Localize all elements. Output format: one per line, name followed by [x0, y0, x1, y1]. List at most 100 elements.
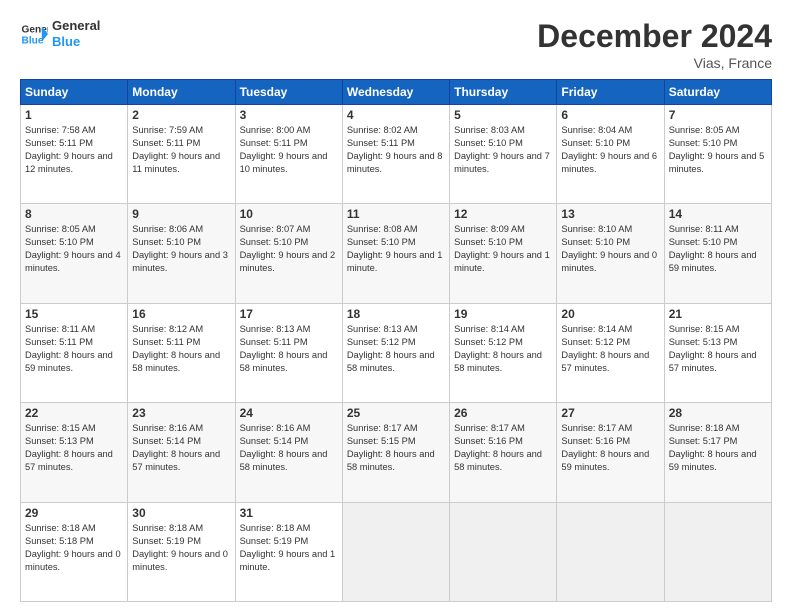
daylight: Daylight: 9 hours and 0 minutes.: [132, 549, 228, 572]
day-number: 24: [240, 406, 338, 420]
daylight: Daylight: 8 hours and 57 minutes.: [25, 449, 113, 472]
sunrise: Sunrise: 8:16 AM: [240, 423, 311, 433]
day-info: Sunrise: 8:12 AMSunset: 5:11 PMDaylight:…: [132, 323, 230, 375]
day-info: Sunrise: 8:18 AMSunset: 5:19 PMDaylight:…: [132, 522, 230, 574]
logo: General Blue General Blue: [20, 18, 100, 49]
sunrise: Sunrise: 8:18 AM: [25, 523, 96, 533]
day-info: Sunrise: 7:59 AMSunset: 5:11 PMDaylight:…: [132, 124, 230, 176]
calendar-cell: 22Sunrise: 8:15 AMSunset: 5:13 PMDayligh…: [21, 403, 128, 502]
day-number: 8: [25, 207, 123, 221]
day-info: Sunrise: 8:11 AMSunset: 5:10 PMDaylight:…: [669, 223, 767, 275]
calendar-cell: 11Sunrise: 8:08 AMSunset: 5:10 PMDayligh…: [342, 204, 449, 303]
calendar-row: 15Sunrise: 8:11 AMSunset: 5:11 PMDayligh…: [21, 303, 772, 402]
sunrise: Sunrise: 7:58 AM: [25, 125, 96, 135]
day-number: 3: [240, 108, 338, 122]
day-number: 17: [240, 307, 338, 321]
sunset: Sunset: 5:10 PM: [240, 237, 309, 247]
daylight: Daylight: 8 hours and 58 minutes.: [132, 350, 220, 373]
calendar-cell: 19Sunrise: 8:14 AMSunset: 5:12 PMDayligh…: [450, 303, 557, 402]
sunrise: Sunrise: 8:02 AM: [347, 125, 418, 135]
calendar-cell: 13Sunrise: 8:10 AMSunset: 5:10 PMDayligh…: [557, 204, 664, 303]
daylight: Daylight: 9 hours and 1 minute.: [240, 549, 336, 572]
sunset: Sunset: 5:10 PM: [669, 138, 738, 148]
day-number: 4: [347, 108, 445, 122]
daylight: Daylight: 8 hours and 57 minutes.: [669, 350, 757, 373]
day-info: Sunrise: 8:06 AMSunset: 5:10 PMDaylight:…: [132, 223, 230, 275]
calendar-cell: 28Sunrise: 8:18 AMSunset: 5:17 PMDayligh…: [664, 403, 771, 502]
sunset: Sunset: 5:14 PM: [240, 436, 309, 446]
day-info: Sunrise: 8:15 AM Sunset: 5:13 PM Daylight:…: [669, 323, 767, 375]
day-info: Sunrise: 8:14 AMSunset: 5:12 PMDaylight:…: [561, 323, 659, 375]
daylight: Daylight: 9 hours and 7 minutes.: [454, 151, 550, 174]
logo-icon: General Blue: [20, 20, 48, 48]
sunset: Sunset: 5:10 PM: [347, 237, 416, 247]
day-number: 19: [454, 307, 552, 321]
sunset: Sunset: 5:10 PM: [669, 237, 738, 247]
sunset: Sunset: 5:18 PM: [25, 536, 94, 546]
calendar-cell: 6Sunrise: 8:04 AMSunset: 5:10 PMDaylight…: [557, 105, 664, 204]
calendar-cell: 1Sunrise: 7:58 AMSunset: 5:11 PMDaylight…: [21, 105, 128, 204]
header-day-monday: Monday: [128, 80, 235, 105]
daylight: Daylight: 9 hours and 0 minutes.: [561, 250, 657, 273]
calendar-cell: 16 Sunrise: 8:12 AMSunset: 5:11 PMDayligh…: [128, 303, 235, 402]
logo-line2: Blue: [52, 34, 100, 50]
day-info: Sunrise: 8:16 AM Sunset: 5:14 PM Daylight:…: [240, 422, 338, 474]
daylight: Daylight: 9 hours and 4 minutes.: [25, 250, 121, 273]
sunset: Sunset: 5:15 PM: [347, 436, 416, 446]
sunset: Sunset: 5:12 PM: [561, 337, 630, 347]
day-info: Sunrise: 8:07 AMSunset: 5:10 PMDaylight:…: [240, 223, 338, 275]
sunset: Sunset: 5:11 PM: [25, 138, 93, 148]
day-number: 7: [669, 108, 767, 122]
day-info: Sunrise: 8:05 AM Sunset: 5:10 PM Daylight:…: [25, 223, 123, 275]
calendar-row: 22Sunrise: 8:15 AMSunset: 5:13 PMDayligh…: [21, 403, 772, 502]
sunrise: Sunrise: 8:05 AM: [25, 224, 96, 234]
daylight: Daylight: 9 hours and 1 minute.: [347, 250, 443, 273]
calendar-cell: 10Sunrise: 8:07 AMSunset: 5:10 PMDayligh…: [235, 204, 342, 303]
day-number: 15: [25, 307, 123, 321]
main-title: December 2024: [537, 18, 772, 55]
sunrise: Sunrise: 8:17 AM: [454, 423, 525, 433]
day-number: 28: [669, 406, 767, 420]
header-day-wednesday: Wednesday: [342, 80, 449, 105]
sunrise: Sunrise: 8:14 AM: [454, 324, 525, 334]
calendar-row: 1 Sunrise: 7:58 AM Sunset: 5:11 PM Daylight…: [21, 105, 772, 204]
header-day-tuesday: Tuesday: [235, 80, 342, 105]
calendar-cell: 23Sunrise: 8:16 AMSunset: 5:14 PMDayligh…: [128, 403, 235, 502]
daylight: Daylight: 8 hours and 58 minutes.: [240, 350, 328, 373]
day-number: 30: [132, 506, 230, 520]
sunrise: Sunrise: 8:03 AM: [454, 125, 525, 135]
day-number: 14: [669, 207, 767, 221]
header: General Blue General Blue December 2024 …: [20, 18, 772, 71]
day-number: 23: [132, 406, 230, 420]
sunset: Sunset: 5:10 PM: [25, 237, 94, 247]
sunrise: Sunrise: 8:15 AM: [669, 324, 740, 334]
daylight: Daylight: 8 hours and 58 minutes.: [240, 449, 328, 472]
sunrise: Sunrise: 8:09 AM: [454, 224, 525, 234]
calendar-cell: 2 Sunrise: 7:59 AMSunset: 5:11 PMDaylight…: [128, 105, 235, 204]
calendar-cell: 17Sunrise: 8:13 AMSunset: 5:11 PMDayligh…: [235, 303, 342, 402]
sunset: Sunset: 5:10 PM: [561, 237, 630, 247]
day-info: Sunrise: 8:04 AMSunset: 5:10 PMDaylight:…: [561, 124, 659, 176]
sunset: Sunset: 5:13 PM: [25, 436, 94, 446]
daylight: Daylight: 8 hours and 57 minutes.: [561, 350, 649, 373]
day-number: 1: [25, 108, 123, 122]
sunset: Sunset: 5:16 PM: [561, 436, 630, 446]
sunset: Sunset: 5:10 PM: [561, 138, 630, 148]
daylight: Daylight: 8 hours and 59 minutes.: [25, 350, 113, 373]
sunset: Sunset: 5:16 PM: [454, 436, 523, 446]
day-info: Sunrise: 8:15 AMSunset: 5:13 PMDaylight:…: [25, 422, 123, 474]
sunset: Sunset: 5:13 PM: [669, 337, 738, 347]
daylight: Daylight: 9 hours and 0 minutes.: [25, 549, 121, 572]
calendar-cell: 25Sunrise: 8:17 AMSunset: 5:15 PMDayligh…: [342, 403, 449, 502]
header-day-saturday: Saturday: [664, 80, 771, 105]
sunset: Sunset: 5:12 PM: [347, 337, 416, 347]
calendar-cell: [450, 502, 557, 601]
calendar-cell: [664, 502, 771, 601]
day-info: Sunrise: 8:05 AMSunset: 5:10 PMDaylight:…: [669, 124, 767, 176]
calendar-cell: 5Sunrise: 8:03 AMSunset: 5:10 PMDaylight…: [450, 105, 557, 204]
sunset: Sunset: 5:11 PM: [132, 337, 200, 347]
day-number: 16: [132, 307, 230, 321]
sunrise: Sunrise: 8:04 AM: [561, 125, 632, 135]
calendar-cell: [342, 502, 449, 601]
day-number: 2: [132, 108, 230, 122]
